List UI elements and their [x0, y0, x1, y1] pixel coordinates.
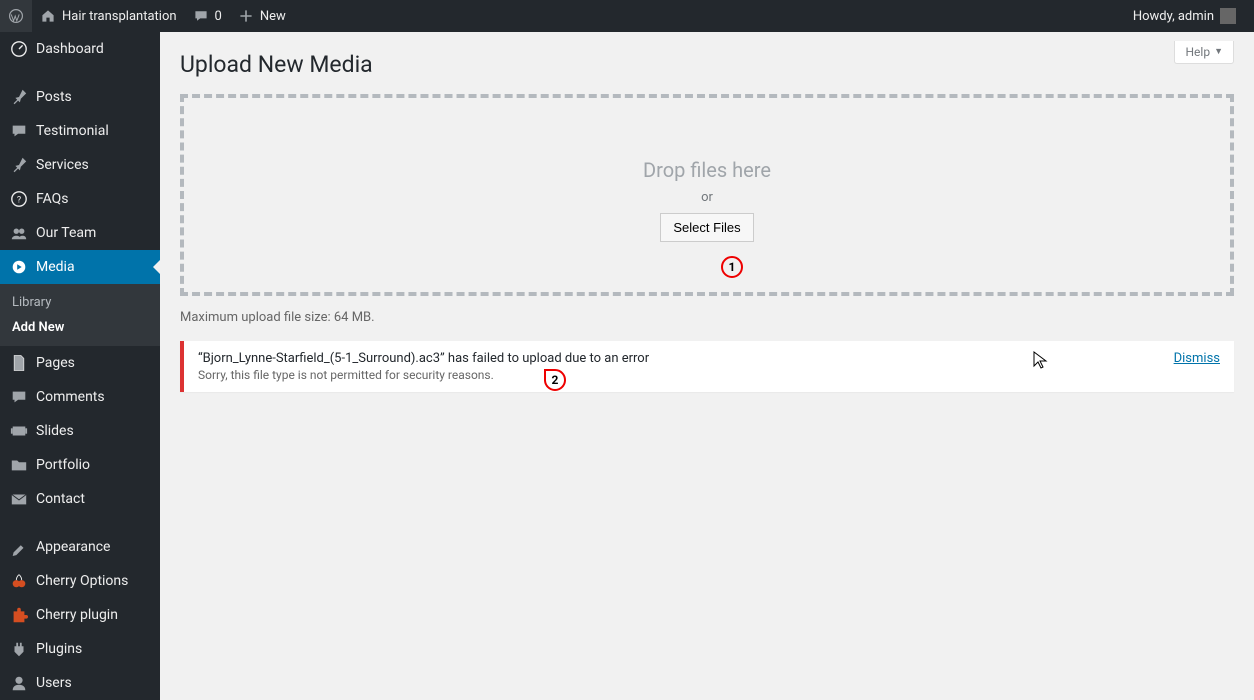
sidebar-label: Testimonial — [36, 123, 109, 139]
sidebar-item-faqs[interactable]: ? FAQs — [0, 182, 160, 216]
avatar — [1220, 8, 1236, 24]
new-label: New — [260, 9, 286, 24]
sidebar-item-services[interactable]: Services — [0, 148, 160, 182]
pin-icon — [10, 156, 28, 174]
sidebar-label: Slides — [36, 423, 74, 439]
home-icon — [40, 8, 56, 24]
help-label: Help — [1185, 45, 1210, 59]
page-icon — [10, 354, 28, 372]
email-icon — [10, 490, 28, 508]
help-tab[interactable]: Help ▼ — [1174, 41, 1234, 64]
sidebar-label: Services — [36, 157, 89, 173]
max-upload-size: Maximum upload file size: 64 MB. — [180, 310, 1234, 325]
comment-icon — [10, 388, 28, 406]
sidebar-label: Plugins — [36, 641, 82, 657]
sidebar-item-users[interactable]: Users — [0, 666, 160, 700]
svg-text:?: ? — [17, 196, 21, 206]
sidebar-label: FAQs — [36, 191, 69, 207]
site-link[interactable]: Hair transplantation — [32, 0, 185, 32]
select-files-button[interactable]: Select Files — [660, 213, 753, 242]
plus-icon — [238, 8, 254, 24]
sidebar-label: Media — [36, 259, 75, 275]
sidebar-label: Portfolio — [36, 457, 90, 473]
comments-count: 0 — [215, 9, 222, 24]
sidebar-label: Cherry Options — [36, 573, 128, 589]
sidebar-item-comments[interactable]: Comments — [0, 380, 160, 414]
sidebar-label: Users — [36, 675, 72, 691]
sidebar-item-cherry-plugin[interactable]: Cherry plugin — [0, 598, 160, 632]
sidebar-item-team[interactable]: Our Team — [0, 216, 160, 250]
portfolio-icon — [10, 456, 28, 474]
sidebar-label: Appearance — [36, 539, 110, 555]
dashboard-icon — [10, 40, 28, 58]
sidebar-label: Comments — [36, 389, 105, 405]
sidebar-item-appearance[interactable]: Appearance — [0, 530, 160, 564]
sidebar-label: Our Team — [36, 225, 96, 241]
testimonial-icon — [10, 122, 28, 140]
account-link[interactable]: Howdy, admin — [1125, 0, 1244, 32]
appearance-icon — [10, 538, 28, 556]
sidebar-item-media[interactable]: Media — [0, 250, 160, 284]
sidebar-item-plugins[interactable]: Plugins — [0, 632, 160, 666]
error-detail: Sorry, this file type is not permitted f… — [198, 368, 1174, 382]
or-text: or — [184, 190, 1230, 205]
sidebar-label: Pages — [36, 355, 75, 371]
plugin-icon — [10, 640, 28, 658]
dismiss-link[interactable]: Dismiss — [1174, 351, 1220, 366]
puzzle-icon — [10, 606, 28, 624]
sidebar-item-slides[interactable]: Slides — [0, 414, 160, 448]
pin-icon — [10, 88, 28, 106]
wordpress-icon — [8, 8, 24, 24]
new-link[interactable]: New — [230, 0, 294, 32]
page-title: Upload New Media — [180, 42, 373, 82]
sidebar-item-contact[interactable]: Contact — [0, 482, 160, 516]
wp-logo[interactable] — [0, 0, 32, 32]
comment-icon — [193, 8, 209, 24]
comments-link[interactable]: 0 — [185, 0, 230, 32]
help-icon: ? — [10, 190, 28, 208]
drop-text: Drop files here — [184, 158, 1230, 182]
admin-sidebar: Dashboard Posts Testimonial Services ? F… — [0, 32, 160, 700]
greeting: Howdy, admin — [1133, 9, 1214, 24]
user-icon — [10, 674, 28, 692]
annotation-1: 1 — [721, 256, 743, 278]
submenu-add-new[interactable]: Add New — [0, 315, 160, 340]
sidebar-item-testimonial[interactable]: Testimonial — [0, 114, 160, 148]
admin-bar: Hair transplantation 0 New Howdy, admin — [0, 0, 1254, 32]
site-name: Hair transplantation — [62, 9, 177, 24]
slides-icon — [10, 422, 28, 440]
sidebar-label: Cherry plugin — [36, 607, 118, 623]
sidebar-item-portfolio[interactable]: Portfolio — [0, 448, 160, 482]
media-icon — [10, 258, 28, 276]
upload-dropzone[interactable]: Drop files here or Select Files 1 — [180, 94, 1234, 296]
cherry-icon — [10, 572, 28, 590]
chevron-down-icon: ▼ — [1214, 46, 1223, 57]
sidebar-item-posts[interactable]: Posts — [0, 80, 160, 114]
sidebar-item-cherry-options[interactable]: Cherry Options — [0, 564, 160, 598]
groups-icon — [10, 224, 28, 242]
content-area: Upload New Media Help ▼ Drop files here … — [160, 32, 1254, 448]
sidebar-item-pages[interactable]: Pages — [0, 346, 160, 380]
media-submenu: Library Add New — [0, 284, 160, 346]
sidebar-label: Dashboard — [36, 41, 104, 57]
submenu-library[interactable]: Library — [0, 290, 160, 315]
sidebar-label: Posts — [36, 89, 72, 105]
sidebar-item-dashboard[interactable]: Dashboard — [0, 32, 160, 66]
error-title: “Bjorn_Lynne-Starfield_(5-1_Surround).ac… — [198, 351, 1174, 366]
upload-error-notice: “Bjorn_Lynne-Starfield_(5-1_Surround).ac… — [180, 341, 1234, 392]
sidebar-label: Contact — [36, 491, 85, 507]
